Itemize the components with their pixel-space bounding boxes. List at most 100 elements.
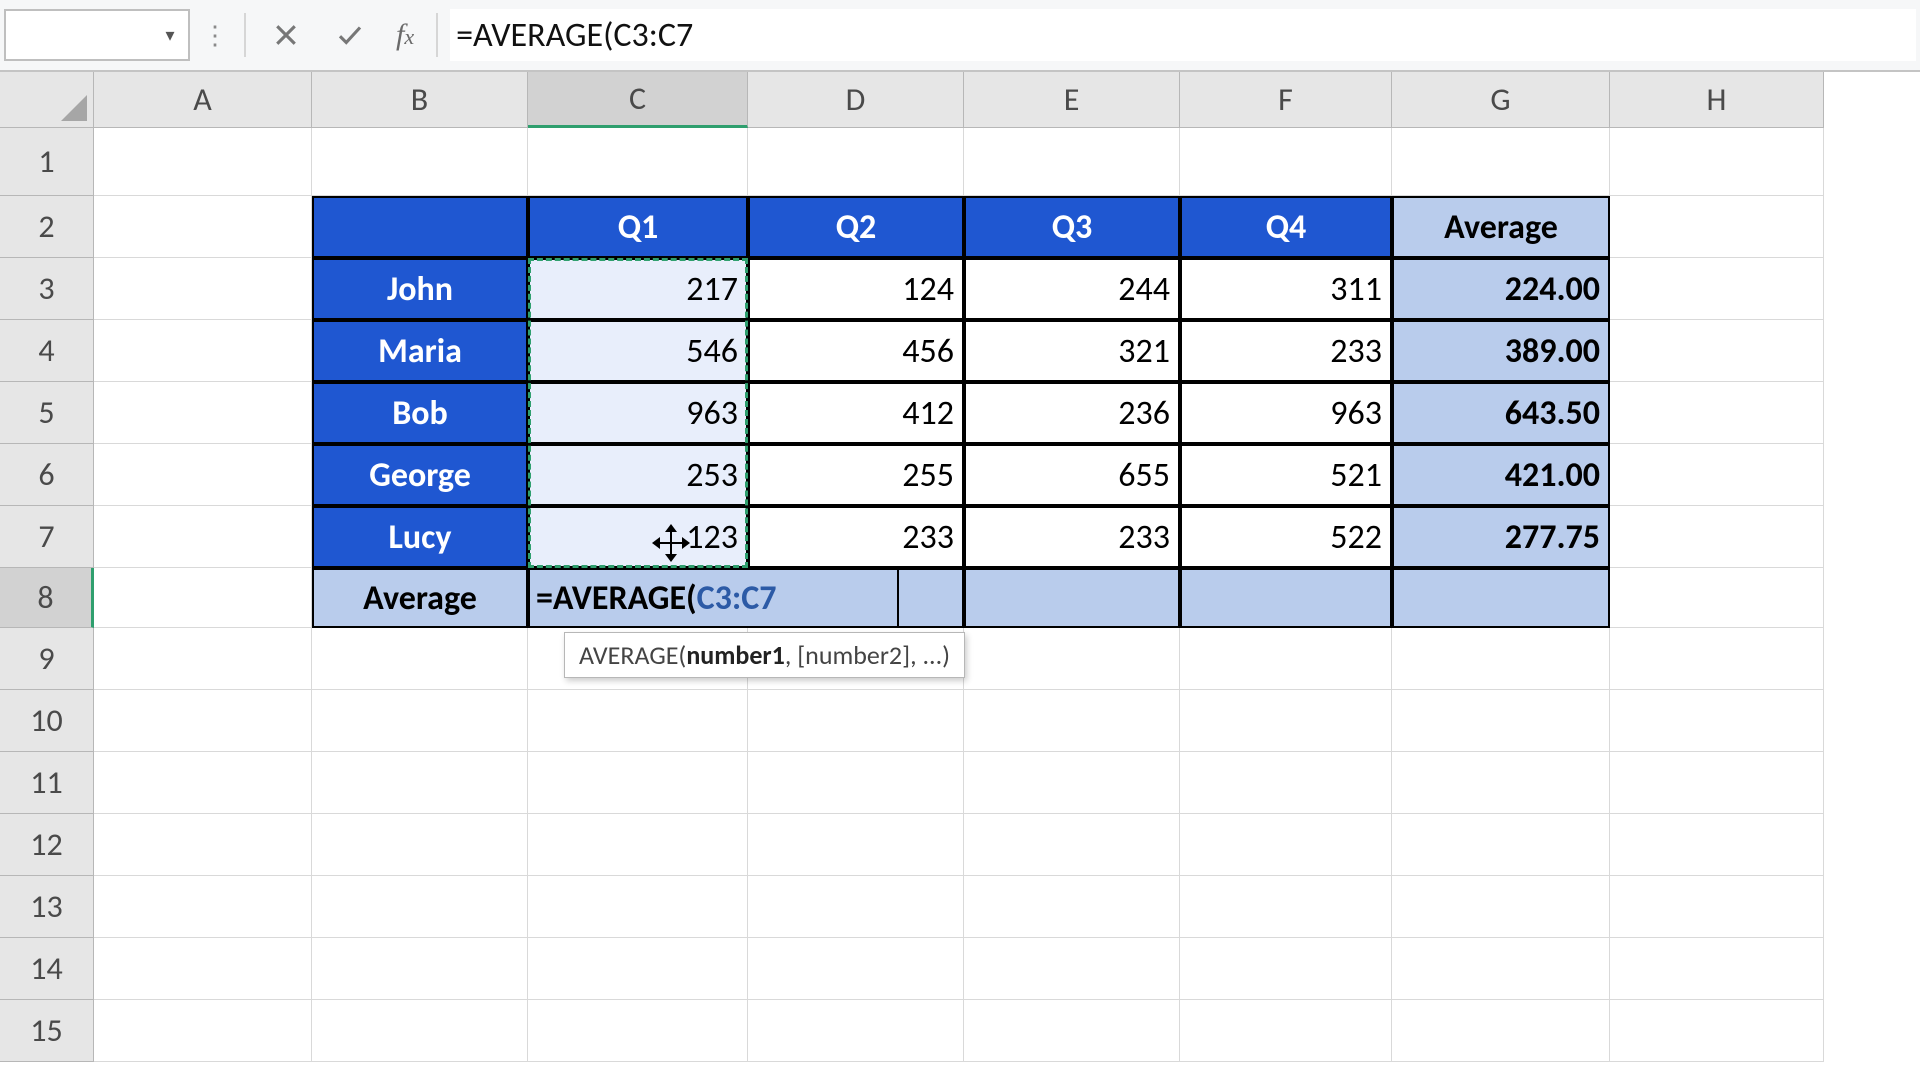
cell-G11[interactable] [1392,752,1610,814]
cell-C10[interactable] [528,690,748,752]
cell-H2[interactable] [1610,196,1824,258]
cell-E9[interactable] [964,628,1180,690]
column-header-G[interactable]: G [1392,72,1610,128]
cell-A10[interactable] [94,690,312,752]
cell-F7[interactable]: 522 [1180,506,1392,568]
cell-D15[interactable] [748,1000,964,1062]
cell-F11[interactable] [1180,752,1392,814]
cell-H13[interactable] [1610,876,1824,938]
row-header-3[interactable]: 3 [0,258,94,320]
cell-E10[interactable] [964,690,1180,752]
table-header-blank[interactable] [312,196,528,258]
accept-formula-button[interactable] [322,9,378,61]
cell-A7[interactable] [94,506,312,568]
row-header-15[interactable]: 15 [0,1000,94,1062]
cell-H3[interactable] [1610,258,1824,320]
table-header-average[interactable]: Average [1392,196,1610,258]
cell-G10[interactable] [1392,690,1610,752]
row-header-4[interactable]: 4 [0,320,94,382]
cell-F5[interactable]: 963 [1180,382,1392,444]
cell-A4[interactable] [94,320,312,382]
row-average-maria[interactable]: 389.00 [1392,320,1610,382]
table-header-Q1[interactable]: Q1 [528,196,748,258]
row-header-12[interactable]: 12 [0,814,94,876]
cell-C11[interactable] [528,752,748,814]
chevron-down-icon[interactable]: ▾ [158,24,182,46]
cell-C7[interactable]: 123 [528,506,748,568]
cell-D12[interactable] [748,814,964,876]
column-header-B[interactable]: B [312,72,528,128]
cell-D1[interactable] [748,128,964,196]
row-average-george[interactable]: 421.00 [1392,444,1610,506]
cell-D3[interactable]: 124 [748,258,964,320]
cell-H11[interactable] [1610,752,1824,814]
row-header-1[interactable]: 1 [0,128,94,196]
cell-A11[interactable] [94,752,312,814]
cell-E4[interactable]: 321 [964,320,1180,382]
footer-cell-F[interactable] [1180,568,1392,628]
cell-H9[interactable] [1610,628,1824,690]
cell-D7[interactable]: 233 [748,506,964,568]
cell-C4[interactable]: 546 [528,320,748,382]
fx-icon[interactable]: fx [386,18,424,52]
row-header-13[interactable]: 13 [0,876,94,938]
column-header-H[interactable]: H [1610,72,1824,128]
row-average-bob[interactable]: 643.50 [1392,382,1610,444]
cell-H4[interactable] [1610,320,1824,382]
row-average-john[interactable]: 224.00 [1392,258,1610,320]
cell-E13[interactable] [964,876,1180,938]
cell-B14[interactable] [312,938,528,1000]
cell-F1[interactable] [1180,128,1392,196]
cell-A15[interactable] [94,1000,312,1062]
footer-cell-E[interactable] [964,568,1180,628]
editing-cell-C8[interactable]: =AVERAGE(C3:C7 [528,568,899,628]
cell-H12[interactable] [1610,814,1824,876]
cell-G15[interactable] [1392,1000,1610,1062]
cell-D11[interactable] [748,752,964,814]
cell-G12[interactable] [1392,814,1610,876]
cancel-formula-button[interactable] [258,9,314,61]
cell-E14[interactable] [964,938,1180,1000]
table-header-Q3[interactable]: Q3 [964,196,1180,258]
cell-A3[interactable] [94,258,312,320]
row-header-7[interactable]: 7 [0,506,94,568]
row-name-john[interactable]: John [312,258,528,320]
cell-B11[interactable] [312,752,528,814]
cell-H5[interactable] [1610,382,1824,444]
row-name-george[interactable]: George [312,444,528,506]
cell-H10[interactable] [1610,690,1824,752]
footer-cell-G[interactable] [1392,568,1610,628]
cell-B13[interactable] [312,876,528,938]
cell-F10[interactable] [1180,690,1392,752]
cell-F14[interactable] [1180,938,1392,1000]
row-average-lucy[interactable]: 277.75 [1392,506,1610,568]
cell-A9[interactable] [94,628,312,690]
cell-F12[interactable] [1180,814,1392,876]
cell-A1[interactable] [94,128,312,196]
cell-A5[interactable] [94,382,312,444]
name-box[interactable]: ▾ [4,9,190,61]
cell-D6[interactable]: 255 [748,444,964,506]
cell-B12[interactable] [312,814,528,876]
cell-D13[interactable] [748,876,964,938]
cell-C13[interactable] [528,876,748,938]
cell-E3[interactable]: 244 [964,258,1180,320]
row-header-14[interactable]: 14 [0,938,94,1000]
cell-H6[interactable] [1610,444,1824,506]
cell-G14[interactable] [1392,938,1610,1000]
row-header-8[interactable]: 8 [0,568,94,628]
cell-B15[interactable] [312,1000,528,1062]
formula-input[interactable] [450,9,1916,61]
cell-C5[interactable]: 963 [528,382,748,444]
row-header-10[interactable]: 10 [0,690,94,752]
cell-D5[interactable]: 412 [748,382,964,444]
row-name-bob[interactable]: Bob [312,382,528,444]
cell-H14[interactable] [1610,938,1824,1000]
footer-label-average[interactable]: Average [312,568,528,628]
select-all-corner[interactable] [0,72,94,128]
cell-A6[interactable] [94,444,312,506]
cell-C3[interactable]: 217 [528,258,748,320]
cell-B9[interactable] [312,628,528,690]
cell-C14[interactable] [528,938,748,1000]
cell-E12[interactable] [964,814,1180,876]
